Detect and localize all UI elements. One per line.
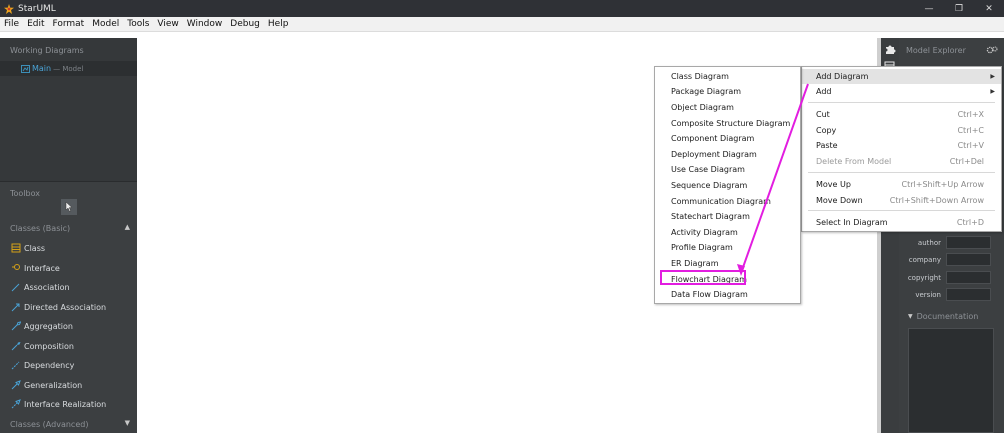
menu-copy[interactable]: Copy Ctrl+C: [802, 123, 1001, 138]
chevron-down-icon: ▼: [908, 313, 913, 320]
submenu-communication-diagram[interactable]: Communication Diagram: [655, 194, 800, 209]
menu-bar: File Edit Format Model Tools View Window…: [0, 17, 1004, 32]
menu-select-in-diagram[interactable]: Select In Diagram Ctrl+D: [802, 215, 1001, 230]
toolbox-scroll-up-icon[interactable]: ▲: [125, 223, 130, 231]
working-diagrams-title: Working Diagrams: [10, 46, 84, 55]
staruml-logo-icon: [4, 3, 14, 14]
interface-realization-icon: [11, 399, 21, 409]
menu-separator: [808, 210, 995, 211]
title-bar: StarUML — ❐ ✕: [0, 0, 1004, 17]
select-cursor-tool[interactable]: [61, 199, 77, 215]
menu-move-down[interactable]: Move Down Ctrl+Shift+Down Arrow: [802, 193, 1001, 208]
submenu-composite-structure-diagram[interactable]: Composite Structure Diagram: [655, 116, 800, 131]
menu-separator: [808, 172, 995, 173]
tool-association[interactable]: Association: [11, 281, 70, 293]
directed-association-icon: [11, 302, 21, 312]
tool-interface[interactable]: Interface: [11, 262, 60, 274]
submenu-component-diagram[interactable]: Component Diagram: [655, 131, 800, 146]
left-sidebar: Working Diagrams Main — Model Toolbox Cl…: [0, 38, 137, 433]
toolbox-group-basic[interactable]: Classes (Basic): [10, 224, 70, 233]
menu-delete-from-model[interactable]: Delete From Model Ctrl+Del: [802, 154, 1001, 169]
menu-add[interactable]: Add ▶: [802, 84, 1001, 99]
menu-file[interactable]: File: [0, 17, 23, 32]
submenu-class-diagram[interactable]: Class Diagram: [655, 69, 800, 84]
toolbox-group-advanced[interactable]: Classes (Advanced): [10, 420, 88, 429]
submenu-arrow-icon: ▶: [990, 88, 995, 95]
property-company: company: [899, 252, 1004, 267]
author-field[interactable]: [946, 236, 991, 249]
association-icon: [11, 282, 21, 292]
submenu-activity-diagram[interactable]: Activity Diagram: [655, 225, 800, 240]
submenu-sequence-diagram[interactable]: Sequence Diagram: [655, 178, 800, 193]
tool-directed-association[interactable]: Directed Association: [11, 301, 106, 313]
restore-button[interactable]: ❐: [944, 0, 974, 17]
gear-icon[interactable]: [986, 45, 998, 58]
tool-class[interactable]: Class: [11, 242, 45, 254]
toolbox-title: Toolbox: [10, 189, 40, 198]
close-button[interactable]: ✕: [974, 0, 1004, 17]
property-author: author: [899, 235, 1004, 250]
submenu-deployment-diagram[interactable]: Deployment Diagram: [655, 147, 800, 162]
annotation-highlight-box: [660, 270, 746, 285]
submenu-object-diagram[interactable]: Object Diagram: [655, 100, 800, 115]
submenu-profile-diagram[interactable]: Profile Diagram: [655, 240, 800, 255]
submenu-package-diagram[interactable]: Package Diagram: [655, 84, 800, 99]
aggregation-icon: [11, 321, 22, 331]
submenu-use-case-diagram[interactable]: Use Case Diagram: [655, 162, 800, 177]
documentation-textarea[interactable]: [908, 328, 994, 433]
panel-divider: [0, 181, 137, 182]
interface-icon: [11, 263, 21, 273]
menu-window[interactable]: Window: [183, 17, 227, 32]
menu-debug[interactable]: Debug: [226, 17, 264, 32]
add-diagram-submenu: Class Diagram Package Diagram Object Dia…: [654, 66, 801, 304]
tool-aggregation[interactable]: Aggregation: [11, 320, 73, 332]
menu-add-diagram[interactable]: Add Diagram ▶: [802, 69, 1001, 84]
working-diagram-name: Main: [32, 64, 52, 73]
documentation-header[interactable]: ▼ Documentation: [908, 312, 978, 321]
menu-help[interactable]: Help: [264, 17, 293, 32]
menu-tools[interactable]: Tools: [123, 17, 153, 32]
working-diagrams-panel: Working Diagrams Main — Model: [0, 38, 137, 181]
submenu-statechart-diagram[interactable]: Statechart Diagram: [655, 209, 800, 224]
company-field[interactable]: [946, 253, 991, 266]
property-version: version: [899, 287, 1004, 302]
tool-interface-realization[interactable]: Interface Realization: [11, 398, 106, 410]
window-title: StarUML: [18, 3, 56, 14]
toolbox-scroll-down-icon[interactable]: ▼: [125, 419, 130, 427]
working-diagram-item[interactable]: Main — Model: [0, 61, 137, 76]
submenu-arrow-icon: ▶: [990, 73, 995, 80]
submenu-data-flow-diagram[interactable]: Data Flow Diagram: [655, 287, 800, 302]
context-menu: Add Diagram ▶ Add ▶ Cut Ctrl+X Copy Ctrl…: [801, 66, 1002, 232]
dependency-icon: [11, 360, 21, 370]
generalization-icon: [11, 380, 21, 390]
class-diagram-icon: [21, 64, 30, 73]
copyright-field[interactable]: [946, 271, 991, 284]
extensions-puzzle-icon[interactable]: [884, 43, 896, 55]
version-field[interactable]: [946, 288, 991, 301]
tool-composition[interactable]: Composition: [11, 340, 74, 352]
minimize-button[interactable]: —: [914, 0, 944, 17]
window-controls: — ❐ ✕: [914, 0, 1004, 17]
menu-edit[interactable]: Edit: [23, 17, 48, 32]
property-copyright: copyright: [899, 270, 1004, 285]
class-icon: [11, 243, 21, 253]
menu-model[interactable]: Model: [88, 17, 123, 32]
menu-paste[interactable]: Paste Ctrl+V: [802, 138, 1001, 153]
composition-icon: [11, 341, 21, 351]
tool-generalization[interactable]: Generalization: [11, 379, 82, 391]
menu-move-up[interactable]: Move Up Ctrl+Shift+Up Arrow: [802, 177, 1001, 192]
submenu-er-diagram[interactable]: ER Diagram: [655, 256, 800, 271]
menu-separator: [808, 102, 995, 103]
cursor-icon: [65, 202, 73, 212]
model-explorer-title: Model Explorer: [906, 46, 966, 55]
menu-cut[interactable]: Cut Ctrl+X: [802, 107, 1001, 122]
documentation-title: Documentation: [916, 312, 979, 321]
menu-view[interactable]: View: [153, 17, 182, 32]
working-diagram-owner: — Model: [53, 64, 84, 73]
tool-dependency[interactable]: Dependency: [11, 359, 74, 371]
menu-format[interactable]: Format: [49, 17, 89, 32]
